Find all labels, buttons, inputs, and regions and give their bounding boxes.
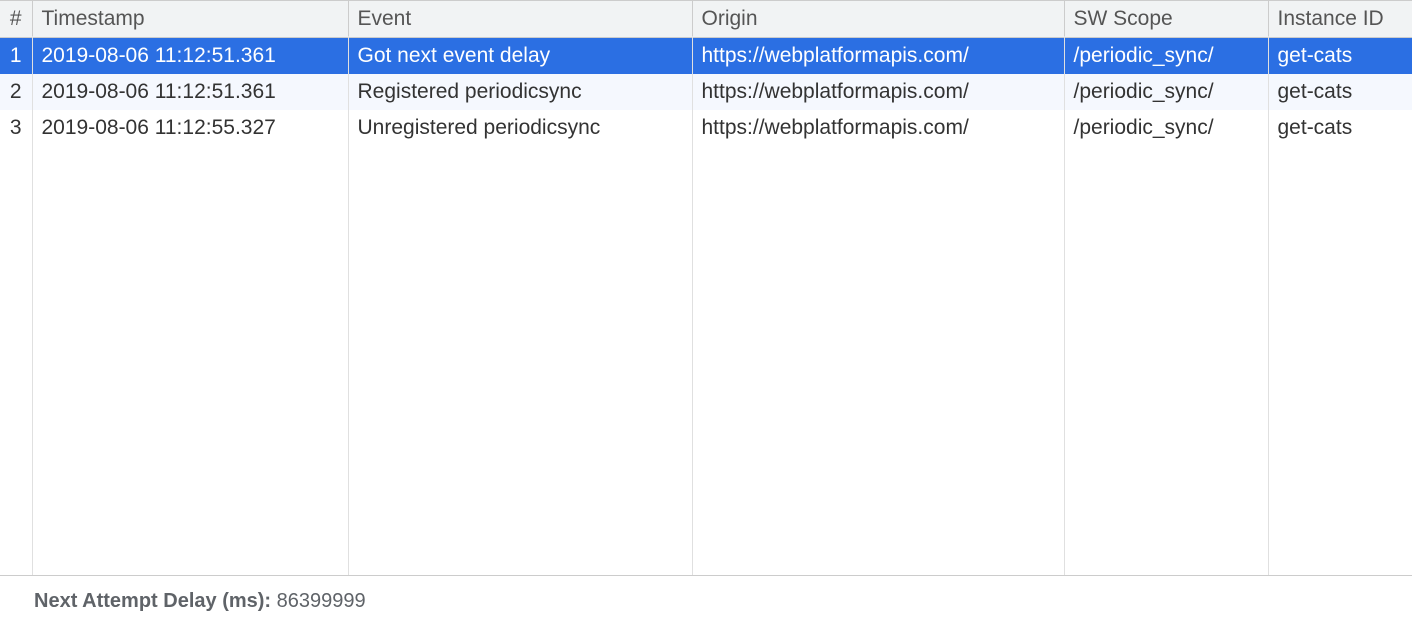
cell-timestamp: 2019-08-06 11:12:51.361 bbox=[32, 38, 348, 75]
col-header-origin[interactable]: Origin bbox=[692, 1, 1064, 38]
cell-instance-id: get-cats bbox=[1268, 38, 1412, 75]
col-header-instance-id[interactable]: Instance ID bbox=[1268, 1, 1412, 38]
next-attempt-delay-value: 86399999 bbox=[277, 590, 366, 612]
cell-sw-scope: /periodic_sync/ bbox=[1064, 110, 1268, 146]
cell-event: Got next event delay bbox=[348, 38, 692, 75]
cell-event: Unregistered periodicsync bbox=[348, 110, 692, 146]
cell-num: 2 bbox=[0, 74, 32, 110]
cell-timestamp: 2019-08-06 11:12:55.327 bbox=[32, 110, 348, 146]
cell-origin: https://webplatformapis.com/ bbox=[692, 74, 1064, 110]
col-header-event[interactable]: Event bbox=[348, 1, 692, 38]
cell-origin: https://webplatformapis.com/ bbox=[692, 110, 1064, 146]
cell-instance-id: get-cats bbox=[1268, 110, 1412, 146]
col-header-num[interactable]: # bbox=[0, 1, 32, 38]
cell-timestamp: 2019-08-06 11:12:51.361 bbox=[32, 74, 348, 110]
table-row[interactable]: 12019-08-06 11:12:51.361Got next event d… bbox=[0, 38, 1412, 75]
table-row[interactable]: 32019-08-06 11:12:55.327Unregistered per… bbox=[0, 110, 1412, 146]
next-attempt-delay-label: Next Attempt Delay (ms): bbox=[34, 590, 277, 612]
events-table-container: # Timestamp Event Origin SW Scope Instan… bbox=[0, 0, 1412, 576]
events-table: # Timestamp Event Origin SW Scope Instan… bbox=[0, 0, 1412, 146]
cell-event: Registered periodicsync bbox=[348, 74, 692, 110]
cell-instance-id: get-cats bbox=[1268, 74, 1412, 110]
table-row[interactable]: 22019-08-06 11:12:51.361Registered perio… bbox=[0, 74, 1412, 110]
cell-num: 1 bbox=[0, 38, 32, 75]
col-header-timestamp[interactable]: Timestamp bbox=[32, 1, 348, 38]
cell-origin: https://webplatformapis.com/ bbox=[692, 38, 1064, 75]
cell-sw-scope: /periodic_sync/ bbox=[1064, 74, 1268, 110]
col-header-sw-scope[interactable]: SW Scope bbox=[1064, 1, 1268, 38]
footer-status: Next Attempt Delay (ms): 86399999 bbox=[0, 576, 1412, 613]
cell-sw-scope: /periodic_sync/ bbox=[1064, 38, 1268, 75]
table-header-row: # Timestamp Event Origin SW Scope Instan… bbox=[0, 1, 1412, 38]
cell-num: 3 bbox=[0, 110, 32, 146]
